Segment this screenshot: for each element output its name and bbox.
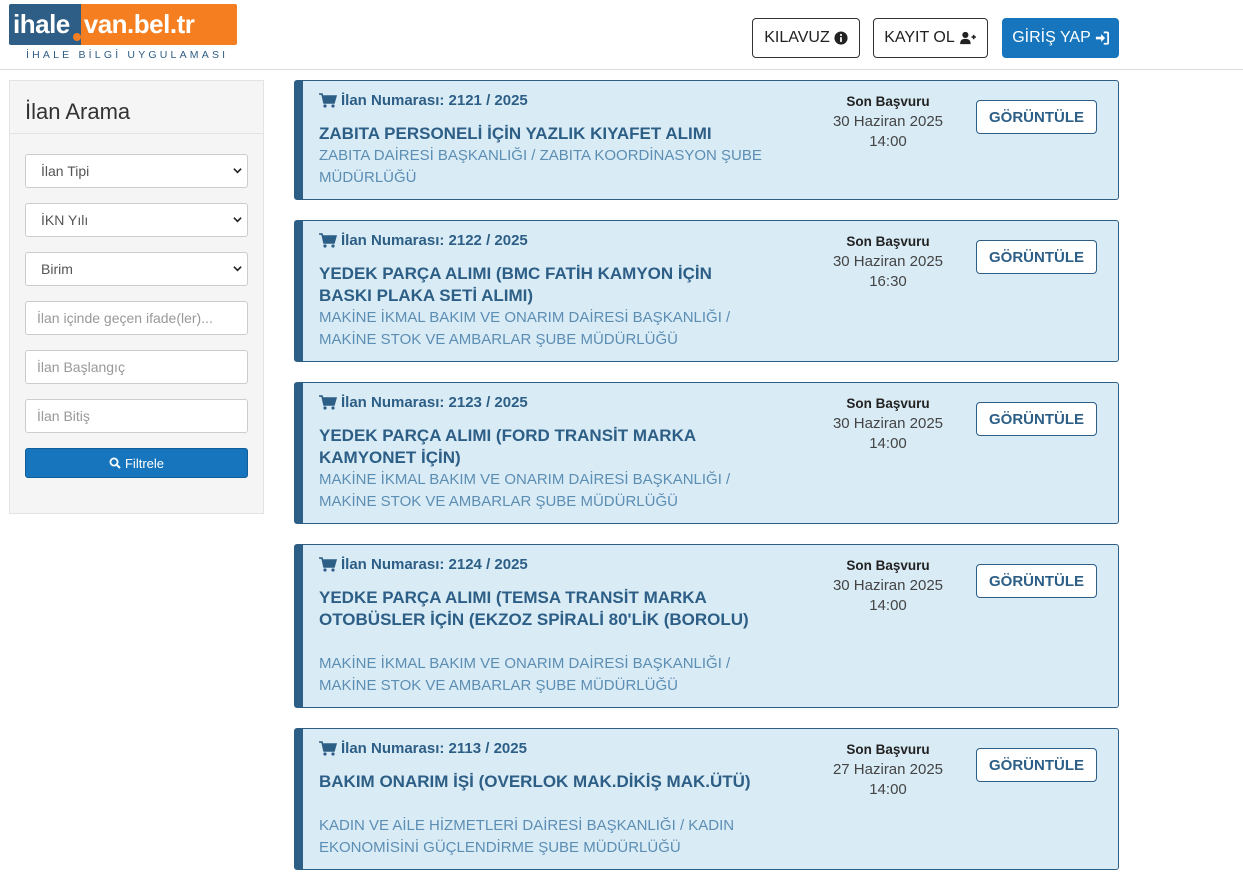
- deadline-time: 14:00: [869, 133, 907, 150]
- ikn-year-value: İKN Yılı: [41, 212, 89, 228]
- listing-card: İlan Numarası: 2122 / 2025 YEDEK PARÇA A…: [294, 220, 1119, 362]
- listing-title: YEDKE PARÇA ALIMI (TEMSA TRANSİT MARKA O…: [319, 588, 749, 629]
- listing-title: BAKIM ONARIM İŞİ (OVERLOK MAK.DİKİŞ MAK.…: [319, 772, 751, 791]
- listing-number: İlan Numarası: 2124 / 2025: [319, 556, 528, 573]
- logo-text-ihale: ihale: [9, 4, 73, 45]
- info-circle-icon: [834, 31, 848, 45]
- deadline-label: Son Başvuru: [846, 234, 930, 249]
- start-date-placeholder: İlan Başlangıç: [37, 359, 125, 375]
- deadline-label: Son Başvuru: [846, 94, 930, 109]
- shopping-cart-icon: [319, 93, 337, 108]
- listing-card: İlan Numarası: 2121 / 2025 ZABITA PERSON…: [294, 80, 1119, 200]
- listing-type-select[interactable]: İlan Tipi: [25, 154, 248, 188]
- deadline-label: Son Başvuru: [846, 396, 930, 411]
- view-button[interactable]: GÖRÜNTÜLE: [976, 748, 1097, 782]
- keyword-input[interactable]: İlan içinde geçen ifade(ler)...: [25, 301, 248, 335]
- chevron-down-icon: [233, 168, 242, 174]
- deadline-date: 27 Haziran 2025: [832, 761, 944, 778]
- listing-card: İlan Numarası: 2113 / 2025 BAKIM ONARIM …: [294, 728, 1119, 870]
- listing-deadline: Son Başvuru 30 Haziran 2025 14:00: [808, 556, 968, 616]
- shopping-cart-icon: [319, 233, 337, 248]
- sign-in-icon: [1095, 31, 1109, 45]
- site-header: ihale van.bel.tr İHALE BİLGİ UYGULAMASI …: [0, 0, 1243, 70]
- chevron-down-icon: [233, 266, 242, 272]
- search-panel: İlan Arama İlan Tipi İKN Yılı Birim İlan…: [9, 80, 264, 514]
- deadline-time: 14:00: [869, 781, 907, 798]
- listing-card: İlan Numarası: 2123 / 2025 YEDEK PARÇA A…: [294, 382, 1119, 524]
- listing-unit: ZABITA DAİRESİ BAŞKANLIĞI / ZABITA KOORD…: [319, 147, 762, 186]
- listing-card: İlan Numarası: 2124 / 2025 YEDKE PARÇA A…: [294, 544, 1119, 708]
- user-plus-icon: [959, 31, 976, 45]
- register-label: KAYIT OL: [884, 29, 955, 46]
- site-logo[interactable]: ihale van.bel.tr İHALE BİLGİ UYGULAMASI: [9, 4, 237, 62]
- view-button[interactable]: GÖRÜNTÜLE: [976, 100, 1097, 134]
- logo-subtitle: İHALE BİLGİ UYGULAMASI: [26, 49, 229, 61]
- listing-type-value: İlan Tipi: [41, 163, 90, 179]
- end-date-placeholder: İlan Bitiş: [37, 408, 90, 424]
- listing-number: İlan Numarası: 2121 / 2025: [319, 92, 528, 109]
- listing-unit: MAKİNE İKMAL BAKIM VE ONARIM DAİRESİ BAŞ…: [319, 471, 731, 510]
- listing-number: İlan Numarası: 2122 / 2025: [319, 232, 528, 249]
- view-button[interactable]: GÖRÜNTÜLE: [976, 402, 1097, 436]
- unit-value: Birim: [41, 261, 73, 277]
- deadline-time: 16:30: [869, 273, 907, 290]
- listing-title: ZABITA PERSONELİ İÇİN YAZLIK KIYAFET ALI…: [319, 124, 712, 143]
- ikn-year-select[interactable]: İKN Yılı: [25, 203, 248, 237]
- deadline-date: 30 Haziran 2025: [832, 415, 944, 432]
- listing-number: İlan Numarası: 2113 / 2025: [319, 740, 527, 757]
- listing-deadline: Son Başvuru 30 Haziran 2025 14:00: [808, 92, 968, 152]
- shopping-cart-icon: [319, 741, 337, 756]
- register-button[interactable]: KAYIT OL: [873, 18, 988, 58]
- deadline-label: Son Başvuru: [846, 558, 930, 573]
- start-date-input[interactable]: İlan Başlangıç: [25, 350, 248, 384]
- login-label: GİRİŞ YAP: [1012, 29, 1091, 46]
- end-date-input[interactable]: İlan Bitiş: [25, 399, 248, 433]
- logo-text-domain: van.bel.tr: [80, 4, 237, 45]
- unit-select[interactable]: Birim: [25, 252, 248, 286]
- logo-dot: [72, 4, 81, 45]
- guide-label: KILAVUZ: [764, 29, 830, 46]
- listing-deadline: Son Başvuru 30 Haziran 2025 14:00: [808, 394, 968, 454]
- deadline-date: 30 Haziran 2025: [832, 577, 944, 594]
- view-button[interactable]: GÖRÜNTÜLE: [976, 240, 1097, 274]
- filter-button[interactable]: Filtrele: [25, 448, 248, 478]
- shopping-cart-icon: [319, 557, 337, 572]
- login-button[interactable]: GİRİŞ YAP: [1002, 18, 1119, 58]
- search-panel-title: İlan Arama: [10, 81, 263, 134]
- deadline-date: 30 Haziran 2025: [832, 253, 944, 270]
- chevron-down-icon: [233, 217, 242, 223]
- deadline-time: 14:00: [869, 435, 907, 452]
- filter-label: Filtrele: [124, 455, 164, 471]
- listing-unit: MAKİNE İKMAL BAKIM VE ONARIM DAİRESİ BAŞ…: [319, 309, 731, 348]
- keyword-placeholder: İlan içinde geçen ifade(ler)...: [37, 310, 213, 326]
- deadline-time: 14:00: [869, 597, 907, 614]
- listing-unit: MAKİNE İKMAL BAKIM VE ONARIM DAİRESİ BAŞ…: [319, 655, 731, 694]
- listing-unit: KADIN VE AİLE HİZMETLERİ DAİRESİ BAŞKANL…: [319, 817, 735, 856]
- listing-deadline: Son Başvuru 30 Haziran 2025 16:30: [808, 232, 968, 292]
- listing-title: YEDEK PARÇA ALIMI (BMC FATİH KAMYON İÇİN…: [319, 264, 712, 305]
- deadline-label: Son Başvuru: [846, 742, 930, 757]
- deadline-date: 30 Haziran 2025: [832, 113, 944, 130]
- search-icon: [109, 457, 121, 469]
- view-button[interactable]: GÖRÜNTÜLE: [976, 564, 1097, 598]
- shopping-cart-icon: [319, 395, 337, 410]
- guide-button[interactable]: KILAVUZ: [752, 18, 860, 58]
- listing-title: YEDEK PARÇA ALIMI (FORD TRANSİT MARKA KA…: [319, 426, 696, 467]
- listing-deadline: Son Başvuru 27 Haziran 2025 14:00: [808, 740, 968, 800]
- listing-number: İlan Numarası: 2123 / 2025: [319, 394, 528, 411]
